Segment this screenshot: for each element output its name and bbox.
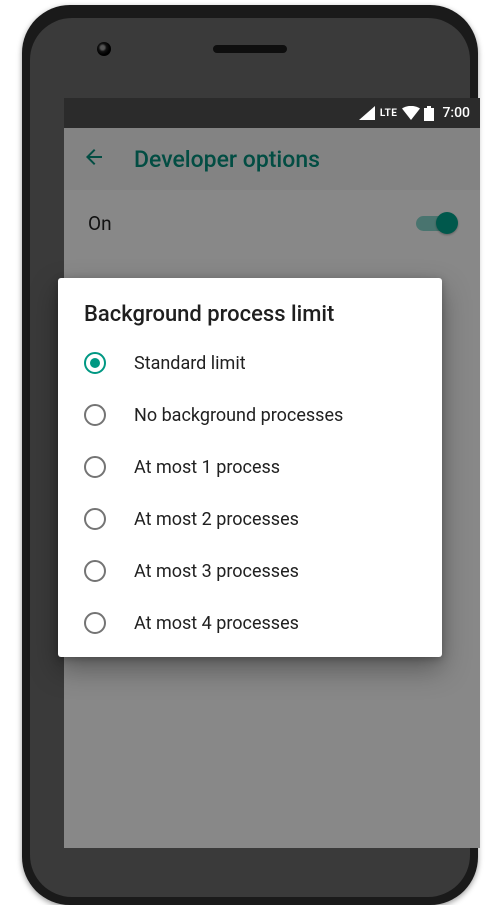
cell-signal-icon (359, 106, 375, 120)
radio-button[interactable] (84, 456, 106, 478)
option-label: At most 3 processes (134, 561, 299, 582)
phone-speaker (213, 45, 287, 53)
switch-thumb (436, 212, 458, 234)
phone-front-camera (97, 42, 111, 56)
radio-button[interactable] (84, 352, 106, 374)
dialog-option[interactable]: Standard limit (58, 337, 442, 389)
master-toggle-label: On (88, 212, 112, 235)
dialog-option[interactable]: At most 4 processes (58, 597, 442, 649)
dialog-option[interactable]: At most 1 process (58, 441, 442, 493)
radio-button[interactable] (84, 508, 106, 530)
process-limit-dialog: Background process limit Standard limit N… (58, 278, 442, 657)
dialog-option[interactable]: At most 2 processes (58, 493, 442, 545)
option-label: At most 2 processes (134, 509, 299, 530)
status-bar: LTE 7:00 (64, 98, 480, 128)
status-clock: 7:00 (442, 105, 470, 121)
radio-button[interactable] (84, 404, 106, 426)
option-label: Standard limit (134, 353, 246, 374)
app-bar: Developer options (64, 128, 480, 190)
option-label: No background processes (134, 405, 343, 426)
back-button[interactable] (82, 145, 106, 173)
wifi-icon (402, 106, 420, 120)
network-type: LTE (380, 108, 398, 119)
page-title: Developer options (134, 146, 320, 173)
master-toggle-row[interactable]: On (64, 190, 480, 256)
radio-button[interactable] (84, 612, 106, 634)
option-label: At most 1 process (134, 457, 280, 478)
option-label: At most 4 processes (134, 613, 299, 634)
battery-icon (424, 106, 434, 121)
dialog-title: Background process limit (58, 302, 442, 337)
radio-button[interactable] (84, 560, 106, 582)
dialog-option[interactable]: At most 3 processes (58, 545, 442, 597)
dialog-option[interactable]: No background processes (58, 389, 442, 441)
arrow-back-icon (82, 145, 106, 169)
master-toggle-switch[interactable] (416, 211, 458, 235)
dialog-option-list: Standard limit No background processes At … (58, 337, 442, 649)
